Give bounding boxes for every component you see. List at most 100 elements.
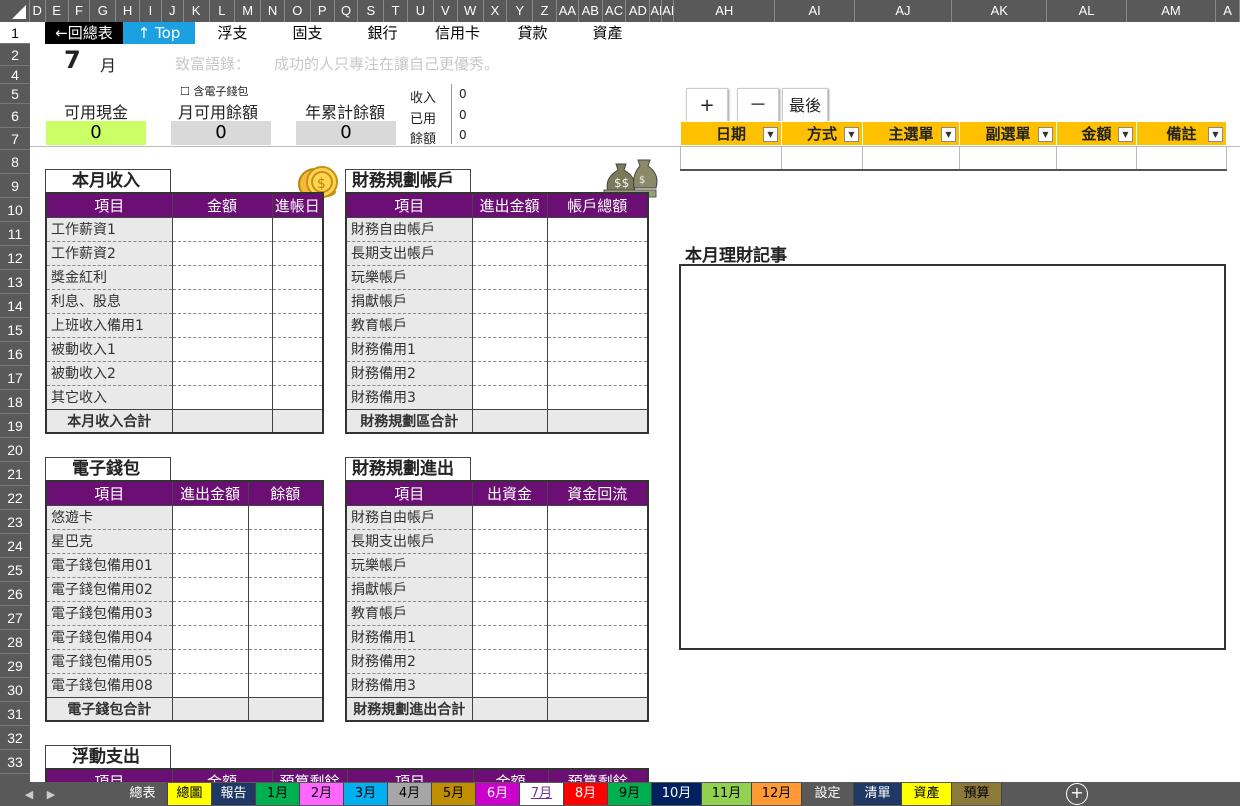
row-header[interactable]: 6 — [0, 104, 30, 128]
row-header[interactable]: 21 — [0, 462, 30, 486]
column-header[interactable]: AH — [674, 0, 776, 22]
value-cell[interactable] — [472, 625, 548, 650]
total-value-cell[interactable] — [272, 408, 324, 434]
remove-button[interactable]: － — [737, 88, 779, 122]
column-header[interactable]: AA — [557, 0, 579, 22]
value-cell[interactable] — [172, 553, 249, 578]
sheet-tab[interactable]: 12月 — [752, 783, 802, 805]
select-all-corner[interactable] — [0, 0, 30, 22]
value-cell[interactable] — [547, 577, 649, 602]
sheet-tab[interactable]: 9月 — [608, 783, 652, 805]
sheet-tab[interactable]: 總圖 — [168, 783, 212, 805]
value-cell[interactable] — [272, 337, 324, 362]
table-cell[interactable] — [959, 145, 1057, 171]
value-cell[interactable] — [472, 217, 548, 242]
total-value-cell[interactable] — [547, 408, 649, 434]
sheet-tab[interactable]: 資產 — [902, 783, 952, 805]
last-button[interactable]: 最後 — [782, 88, 828, 122]
ewallet-checkbox[interactable]: ☐ 含電子錢包 — [180, 83, 248, 99]
value-cell[interactable] — [547, 241, 649, 266]
row-header[interactable]: 32 — [0, 726, 30, 750]
value-cell[interactable] — [472, 241, 548, 266]
column-header[interactable]: V — [434, 0, 458, 22]
row-header[interactable]: 28 — [0, 630, 30, 654]
next-sheet-icon[interactable]: ▶ — [40, 788, 62, 801]
sheet-tab[interactable]: 3月 — [344, 783, 388, 805]
top-link[interactable]: ↑ Top — [123, 22, 195, 44]
value-cell[interactable] — [272, 265, 324, 290]
column-header[interactable]: O — [285, 0, 311, 22]
yearly-balance-value[interactable]: 0 — [296, 121, 396, 145]
column-header[interactable]: I — [140, 0, 162, 22]
value-cell[interactable] — [272, 217, 324, 242]
filter-dropdown-icon[interactable]: ▼ — [1208, 127, 1223, 142]
column-header[interactable]: J — [162, 0, 184, 22]
column-header[interactable]: AF — [662, 0, 675, 22]
column-header[interactable]: P — [311, 0, 335, 22]
sheet-tab[interactable]: 總表 — [118, 783, 168, 805]
row-header[interactable]: 2 — [0, 44, 30, 66]
row-header[interactable]: 23 — [0, 510, 30, 534]
sheet-tab[interactable]: 10月 — [652, 783, 702, 805]
value-cell[interactable] — [172, 385, 273, 410]
column-header[interactable]: W — [458, 0, 484, 22]
value-cell[interactable] — [172, 601, 249, 626]
value-cell[interactable] — [248, 649, 324, 674]
add-button[interactable]: + — [686, 88, 728, 122]
value-cell[interactable] — [547, 289, 649, 314]
value-cell[interactable] — [472, 337, 548, 362]
column-header[interactable]: G — [90, 0, 117, 22]
total-value-cell[interactable] — [172, 696, 249, 722]
column-header[interactable]: H — [116, 0, 140, 22]
column-header[interactable]: F — [69, 0, 91, 22]
row-header[interactable]: 15 — [0, 318, 30, 342]
sheet-tab[interactable]: 1月 — [256, 783, 300, 805]
column-header[interactable]: AC — [603, 0, 627, 22]
column-header[interactable]: X — [484, 0, 508, 22]
value-cell[interactable] — [472, 505, 548, 530]
total-value-cell[interactable] — [248, 696, 324, 722]
value-cell[interactable] — [547, 553, 649, 578]
column-header[interactable]: Y — [507, 0, 534, 22]
value-cell[interactable] — [547, 265, 649, 290]
column-header[interactable]: AM — [1127, 0, 1217, 22]
menu-float-expense[interactable]: 浮支 — [195, 22, 270, 44]
filter-dropdown-icon[interactable]: ▼ — [1118, 127, 1133, 142]
row-header[interactable]: 19 — [0, 414, 30, 438]
value-cell[interactable] — [272, 385, 324, 410]
column-header[interactable]: L — [210, 0, 236, 22]
filter-dropdown-icon[interactable]: ▼ — [1038, 127, 1053, 142]
prev-sheet-icon[interactable]: ◀ — [18, 788, 40, 801]
value-cell[interactable] — [547, 601, 649, 626]
sheet-tab[interactable]: 8月 — [564, 783, 608, 805]
value-cell[interactable] — [547, 673, 649, 698]
column-header[interactable]: K — [184, 0, 210, 22]
row-header[interactable]: 7 — [0, 128, 30, 150]
filter-column-header[interactable]: 日期 ▼ — [680, 121, 782, 146]
column-header[interactable]: E — [46, 0, 69, 22]
column-header[interactable]: D — [30, 0, 46, 22]
row-header[interactable]: 14 — [0, 294, 30, 318]
row-header[interactable]: 17 — [0, 366, 30, 390]
row-header[interactable]: 12 — [0, 246, 30, 270]
row-header[interactable]: 24 — [0, 534, 30, 558]
table-cell[interactable] — [862, 145, 960, 171]
menu-assets[interactable]: 資產 — [570, 22, 645, 44]
monthly-balance-value[interactable]: 0 — [171, 121, 271, 145]
row-header[interactable]: 26 — [0, 582, 30, 606]
menu-loan[interactable]: 貸款 — [495, 22, 570, 44]
row-header[interactable]: 9 — [0, 174, 30, 198]
menu-bank[interactable]: 銀行 — [345, 22, 420, 44]
value-cell[interactable] — [547, 313, 649, 338]
table-cell[interactable] — [1136, 145, 1227, 171]
column-header[interactable]: A — [1216, 0, 1240, 22]
value-cell[interactable] — [472, 601, 548, 626]
value-cell[interactable] — [172, 313, 273, 338]
row-header[interactable]: 27 — [0, 606, 30, 630]
value-cell[interactable] — [272, 361, 324, 386]
row-header[interactable]: 13 — [0, 270, 30, 294]
value-cell[interactable] — [172, 649, 249, 674]
value-cell[interactable] — [547, 505, 649, 530]
row-header[interactable]: 20 — [0, 438, 30, 462]
column-header[interactable]: T — [384, 0, 409, 22]
